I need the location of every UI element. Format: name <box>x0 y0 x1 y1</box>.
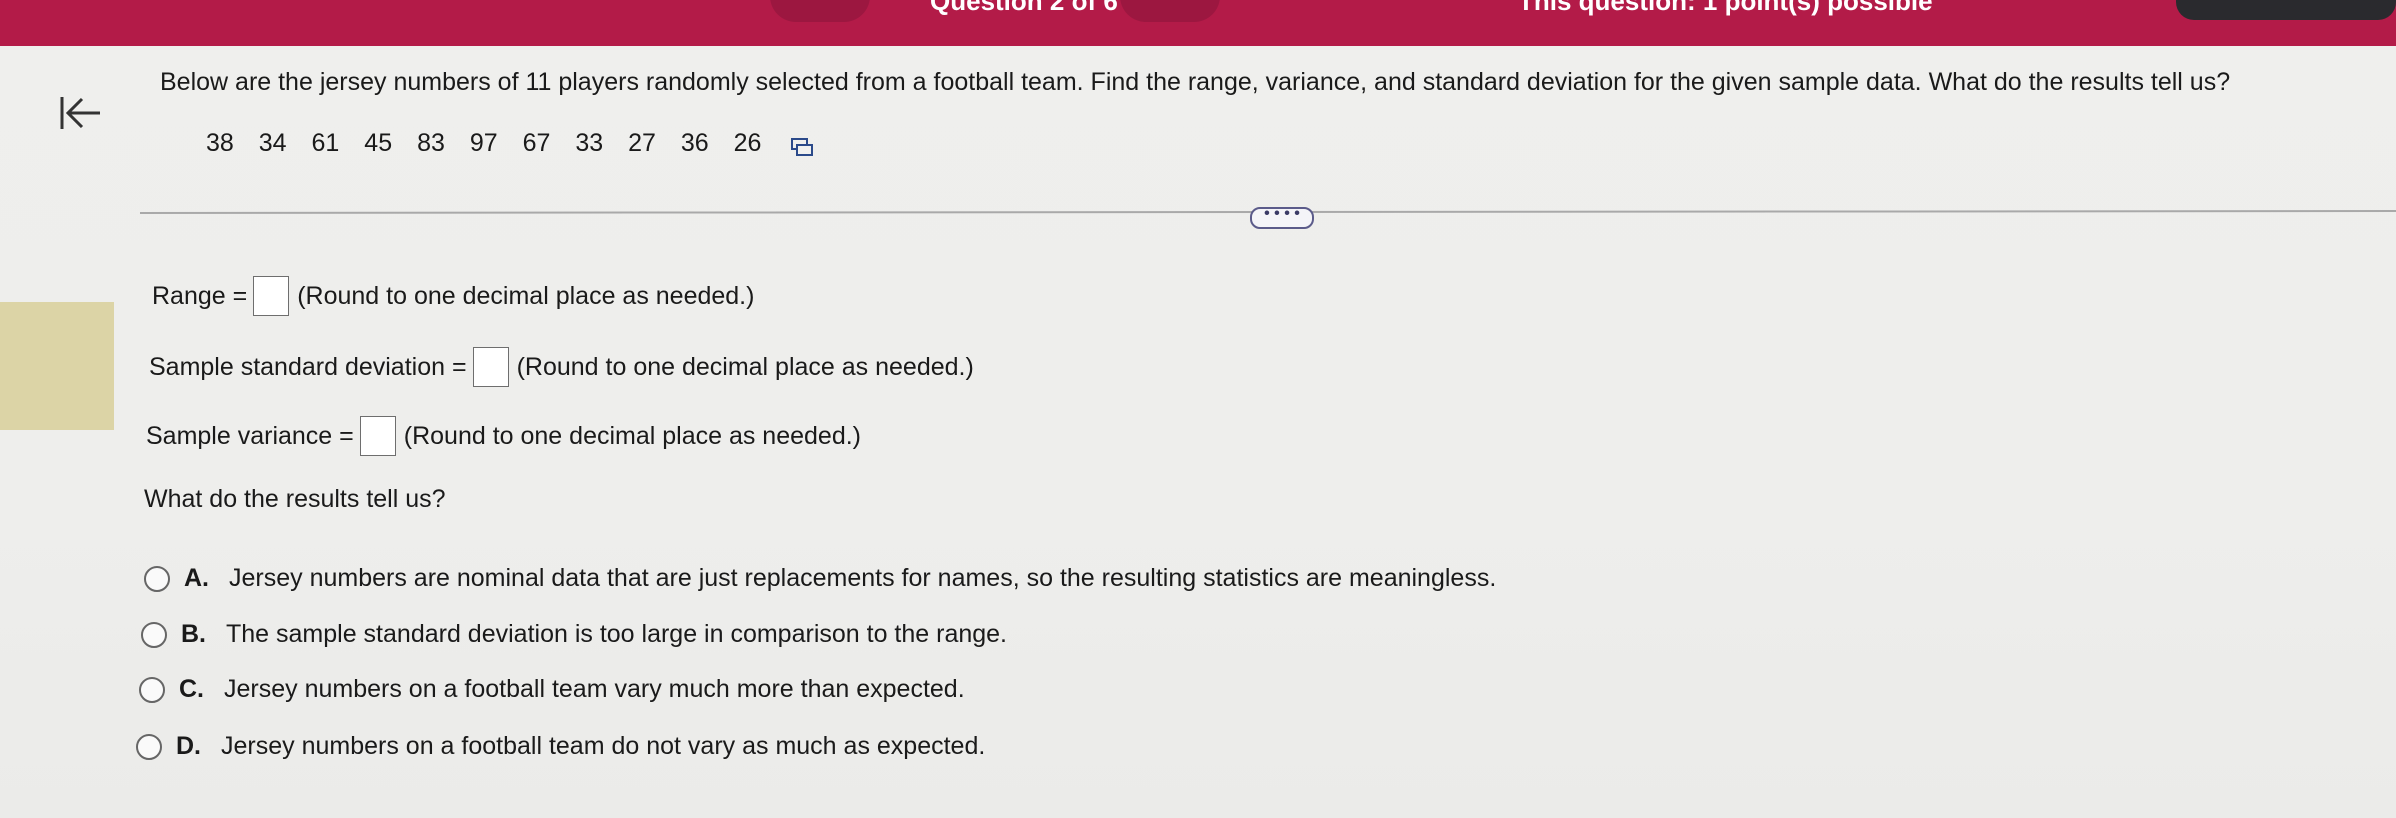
option-b[interactable]: B. The sample standard deviation is too … <box>141 620 1007 649</box>
option-letter: C. <box>179 675 204 703</box>
option-c[interactable]: C. Jersey numbers on a football team var… <box>139 675 965 704</box>
variance-row: Sample variance = (Round to one decimal … <box>146 416 861 456</box>
header-bar: Question 2 of 6 This question: 1 point(s… <box>0 0 2396 46</box>
data-value: 97 <box>469 129 498 157</box>
question-counter: Question 2 of 6 <box>930 0 1118 16</box>
option-letter: D. <box>176 732 201 760</box>
option-letter: B. <box>181 620 206 648</box>
option-text: Jersey numbers on a football team do not… <box>221 732 986 760</box>
data-value: 61 <box>311 129 340 157</box>
option-a[interactable]: A. Jersey numbers are nominal data that … <box>144 564 1496 593</box>
radio-button[interactable] <box>144 565 170 592</box>
question-page: Question 2 of 6 This question: 1 point(s… <box>0 0 2396 818</box>
range-input[interactable] <box>253 276 290 316</box>
side-tab[interactable] <box>0 302 114 430</box>
data-value: 83 <box>417 129 445 157</box>
data-value: 36 <box>680 129 709 157</box>
option-letter: A. <box>184 564 209 592</box>
data-value: 26 <box>733 129 762 157</box>
question-prompt: Below are the jersey numbers of 11 playe… <box>160 68 2231 96</box>
data-value: 34 <box>258 129 287 157</box>
radio-button[interactable] <box>136 733 162 760</box>
expand-more-button[interactable]: • • • • <box>1250 206 1314 229</box>
option-text: The sample standard deviation is too lar… <box>226 620 1008 648</box>
back-to-start-button[interactable] <box>54 88 106 138</box>
std-input[interactable] <box>472 347 509 387</box>
std-row: Sample standard deviation = (Round to on… <box>149 347 974 387</box>
data-value: 27 <box>628 129 656 157</box>
range-row: Range = (Round to one decimal place as n… <box>152 276 754 316</box>
variance-hint: (Round to one decimal place as needed.) <box>403 421 862 450</box>
option-text: Jersey numbers on a football team vary m… <box>224 675 965 703</box>
back-to-start-arrow-icon <box>60 97 100 129</box>
std-hint: (Round to one decimal place as needed.) <box>516 352 974 381</box>
header-nav-pill-left[interactable] <box>770 0 870 22</box>
option-text: Jersey numbers are nominal data that are… <box>229 564 1497 592</box>
header-nav-pill-right[interactable] <box>1120 0 1220 22</box>
option-d[interactable]: D. Jersey numbers on a football team do … <box>136 732 985 761</box>
range-label: Range = <box>152 281 248 310</box>
data-value: 45 <box>364 129 393 157</box>
copy-data-icon[interactable] <box>790 137 814 157</box>
std-label: Sample standard deviation = <box>149 352 467 381</box>
data-value: 33 <box>575 129 604 157</box>
data-values: 38 34 61 45 83 97 67 33 27 36 26 <box>206 129 779 158</box>
data-value: 67 <box>522 129 551 157</box>
range-hint: (Round to one decimal place as needed.) <box>297 281 755 310</box>
radio-button[interactable] <box>141 621 167 648</box>
variance-input[interactable] <box>359 416 396 456</box>
variance-label: Sample variance = <box>146 421 354 450</box>
data-value: 38 <box>206 129 234 157</box>
followup-question: What do the results tell us? <box>144 485 446 513</box>
header-dark-panel <box>2176 0 2396 20</box>
radio-button[interactable] <box>139 676 165 703</box>
points-possible: This question: 1 point(s) possible <box>1518 0 1933 16</box>
